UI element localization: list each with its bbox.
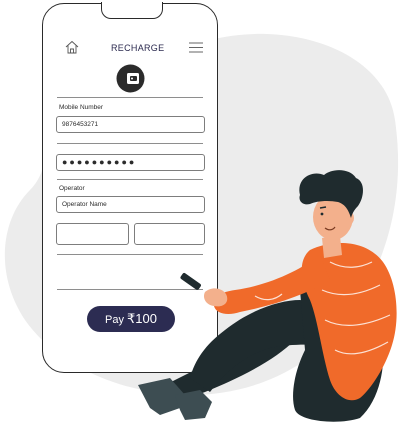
shoe-right bbox=[175, 390, 212, 420]
person-illustration bbox=[138, 170, 397, 422]
handheld-phone bbox=[180, 273, 201, 290]
hand bbox=[204, 288, 228, 307]
